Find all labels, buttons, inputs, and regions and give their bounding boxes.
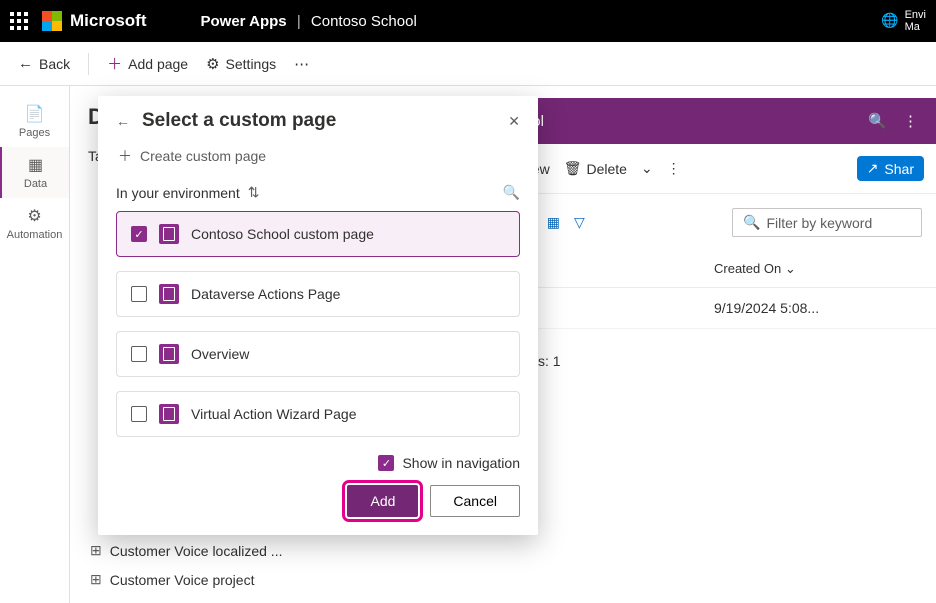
page-option-label: Virtual Action Wizard Page [191,406,357,422]
global-header: Microsoft Power Apps | Contoso School 🌐 … [0,0,936,42]
more-icon: ⋯ [294,55,309,73]
select-custom-page-dialog: ← Select a custom page ✕ ＋ Create custom… [98,96,538,535]
checkbox-icon[interactable] [131,406,147,422]
table-icon: ⊞ [90,571,102,588]
ms-logo-icon [42,11,62,31]
env-value: Ma [905,21,926,33]
rail-data-label: Data [24,178,47,190]
env-label: In your environment [116,185,240,201]
environment-picker[interactable]: 🌐 Envi Ma [881,9,926,33]
filter-placeholder: Filter by keyword [766,215,872,231]
more-icon: ⋮ [667,160,681,177]
settings-label: Settings [226,56,277,72]
overflow-chevron[interactable]: ⌄ [641,160,653,177]
filter-icon[interactable]: ▽ [574,214,585,231]
checkbox-icon[interactable] [131,286,147,302]
search-icon: 🔍 [743,214,760,231]
product-label: Power Apps [201,13,287,30]
plus-icon: ＋ [107,53,122,74]
page-option[interactable]: Dataverse Actions Page [116,271,520,317]
col-created[interactable]: Created On ⌄ [714,261,922,277]
checkbox-icon[interactable] [131,346,147,362]
table-icon: ▦ [2,155,69,175]
show-nav-label: Show in navigation [402,455,520,471]
page-option[interactable]: Virtual Action Wizard Page [116,391,520,437]
breadcrumb: Power Apps | Contoso School [201,13,417,30]
table-icon: ⊞ [90,542,102,559]
rail-automation-label: Automation [7,229,63,241]
custom-page-list: ✓ Contoso School custom page Dataverse A… [116,211,520,437]
brand-label: Microsoft [70,11,147,31]
env-caption: Envi [905,9,926,21]
cancel-button[interactable]: Cancel [430,485,520,517]
globe-icon: 🌐 [881,13,898,28]
chevron-down-icon: ⌄ [641,160,653,177]
rail-pages-label: Pages [19,127,50,139]
chevron-down-icon: ⌄ [785,261,796,276]
delete-button[interactable]: 🗑 Delete [564,160,627,177]
environment-section-header: In your environment ⇅ 🔍 [116,184,520,201]
back-label: Back [39,56,70,72]
app-launcher-icon[interactable] [10,12,28,30]
checkbox-icon[interactable]: ✓ [131,226,147,242]
create-custom-page-button[interactable]: ＋ Create custom page [118,146,520,166]
trash-icon: 🗑 [564,160,582,177]
dialog-back-button[interactable]: ← [116,113,130,129]
filter-input[interactable]: 🔍 Filter by keyword [732,208,922,237]
add-page-button[interactable]: ＋ Add page [107,53,188,74]
edit-columns-icon[interactable]: ▦ [547,214,560,231]
dialog-close-button[interactable]: ✕ [508,113,520,130]
gear-icon: ⚙ [206,55,219,73]
rail-data[interactable]: ▦ Data [0,147,69,198]
app-more-icon[interactable]: ⋮ [903,112,918,130]
back-button[interactable]: ← Back [18,55,70,72]
tree-item[interactable]: ⊞ Customer Voice localized ... [86,536,366,565]
custom-page-icon [159,224,179,244]
page-option-label: Contoso School custom page [191,226,374,242]
delete-label: Delete [586,161,626,177]
page-option-label: Overview [191,346,249,362]
search-icon[interactable]: 🔍 [868,112,887,130]
page-icon: 📄 [0,104,69,124]
custom-page-icon [159,344,179,364]
settings-button[interactable]: ⚙ Settings [206,55,276,73]
more-button[interactable]: ⋯ [294,55,309,73]
sort-icon[interactable]: ⇅ [248,184,260,201]
add-page-label: Add page [128,56,188,72]
left-rail: 📄 Pages ▦ Data ⚙ Automation [0,86,70,603]
add-button[interactable]: Add [347,485,418,517]
page-option[interactable]: Overview [116,331,520,377]
page-option-label: Dataverse Actions Page [191,286,340,302]
rail-pages[interactable]: 📄 Pages [0,96,69,147]
app-name-label: Contoso School [311,13,417,30]
share-label: Shar [884,161,914,177]
search-icon[interactable]: 🔍 [503,184,520,201]
command-bar: ← Back ＋ Add page ⚙ Settings ⋯ [0,42,936,86]
page-option[interactable]: ✓ Contoso School custom page [116,211,520,257]
overflow-more[interactable]: ⋮ [667,160,681,177]
share-button[interactable]: ↗ Shar [857,156,924,181]
col-created-label: Created On [714,261,781,276]
custom-page-icon [159,284,179,304]
share-icon: ↗ [867,160,879,177]
ms-logo: Microsoft [42,11,147,31]
dialog-actions: Add Cancel [116,485,520,517]
back-arrow-icon: ← [18,55,33,72]
tree-item[interactable]: ⊞ Customer Voice project [86,565,366,594]
row-created-value: 9/19/2024 5:08... [714,300,922,316]
create-label: Create custom page [140,148,266,164]
plus-icon: ＋ [118,146,132,166]
flow-icon: ⚙ [0,206,69,226]
dialog-title: Select a custom page [142,110,496,132]
custom-page-icon [159,404,179,424]
tree-item-label: Customer Voice localized ... [110,543,283,559]
rail-automation[interactable]: ⚙ Automation [0,198,69,249]
tree-item-label: Customer Voice project [110,572,255,588]
show-in-navigation-toggle[interactable]: ✓ Show in navigation [116,455,520,471]
checkbox-icon[interactable]: ✓ [378,455,394,471]
